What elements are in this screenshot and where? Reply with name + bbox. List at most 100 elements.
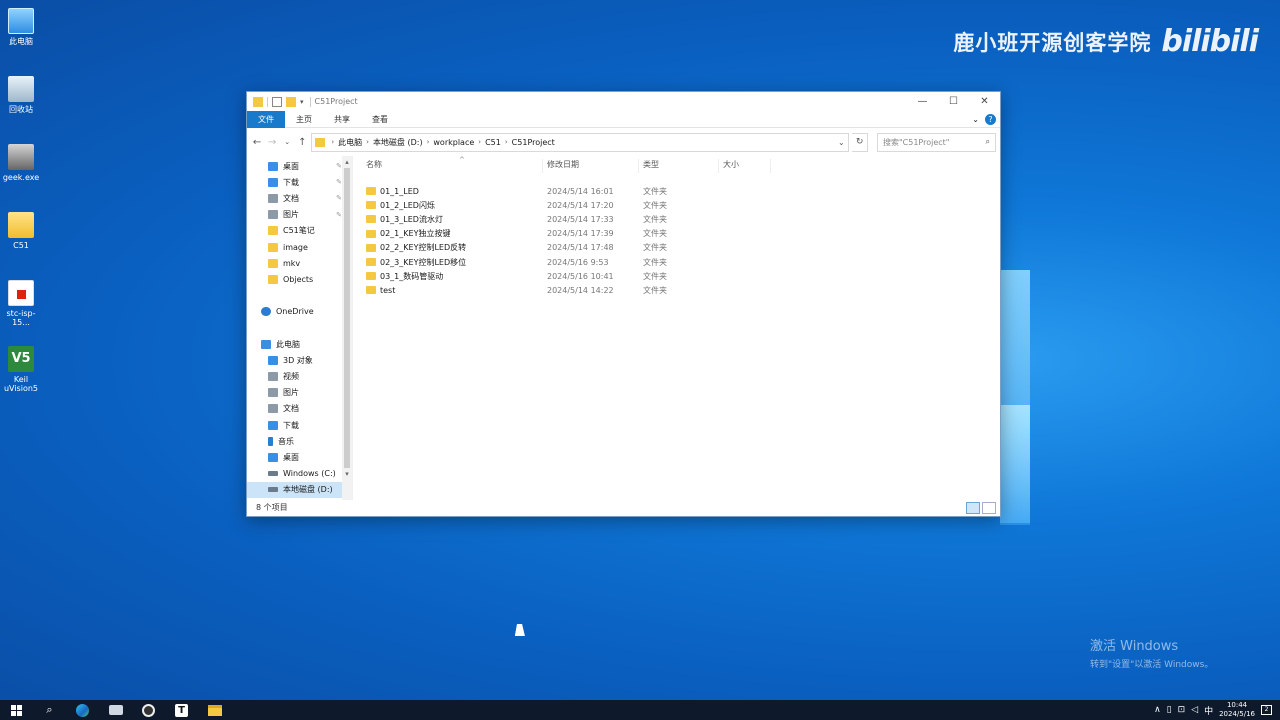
nav-item[interactable]: 视频 bbox=[247, 368, 352, 384]
nav-item[interactable]: 此电脑 bbox=[247, 336, 352, 352]
taskbar-camera[interactable] bbox=[99, 700, 132, 720]
nav-item[interactable]: 本地磁盘 (D:) bbox=[247, 481, 352, 498]
file-row[interactable]: 01_1_LED 2024/5/14 16:01 文件夹 bbox=[366, 184, 1000, 198]
back-button[interactable]: ← bbox=[251, 137, 263, 148]
folder-icon bbox=[268, 258, 278, 268]
taskbar-edge[interactable] bbox=[66, 700, 99, 720]
nav-item[interactable]: 图片 ✎ bbox=[247, 207, 352, 223]
nav-item[interactable]: 下载 bbox=[247, 417, 352, 433]
desktop-icon bbox=[268, 161, 278, 171]
nav-item[interactable]: image bbox=[247, 239, 352, 255]
folder-icon bbox=[315, 137, 326, 147]
search-box[interactable]: 搜索"C51Project" ⌕ bbox=[876, 132, 996, 152]
desktop-shortcut[interactable]: 此电脑 bbox=[0, 8, 42, 46]
tab-share[interactable]: 共享 bbox=[323, 111, 361, 128]
file-name: 02_2_KEY控制LED反转 bbox=[380, 243, 467, 253]
search-icon[interactable]: ⌕ bbox=[33, 700, 66, 720]
desktop-shortcut[interactable]: C51 bbox=[0, 212, 42, 250]
tray-chevron-icon[interactable]: ∧ bbox=[1154, 705, 1161, 715]
nav-item[interactable]: 下载 ✎ bbox=[247, 174, 352, 190]
file-name-cell: 02_2_KEY控制LED反转 bbox=[366, 242, 543, 253]
help-icon[interactable]: ? bbox=[985, 113, 996, 125]
refresh-button[interactable]: ↻ bbox=[852, 132, 868, 152]
notifications-icon[interactable]: 2 bbox=[1261, 705, 1272, 715]
chevron-down-icon[interactable]: ▾ bbox=[300, 98, 304, 106]
file-row[interactable]: 03_1_数码管驱动 2024/5/16 10:41 文件夹 bbox=[366, 269, 1000, 283]
large-icons-view-button[interactable] bbox=[982, 501, 996, 514]
title-bar[interactable]: ▾ C51Project — ☐ ✕ bbox=[247, 92, 1000, 111]
nav-item[interactable]: OneDrive bbox=[247, 304, 352, 320]
file-row[interactable]: 02_1_KEY独立按键 2024/5/14 17:39 文件夹 bbox=[366, 227, 1000, 241]
file-row[interactable]: test 2024/5/14 14:22 文件夹 bbox=[366, 283, 1000, 297]
recent-locations-button[interactable]: ⌄ bbox=[281, 138, 293, 146]
clock[interactable]: 10:44 2024/5/16 bbox=[1219, 701, 1255, 719]
chevron-down-icon[interactable]: ⌄ bbox=[972, 115, 979, 124]
nav-item[interactable]: 文档 bbox=[247, 401, 352, 417]
desktop-shortcut[interactable]: V5 Keil uVision5 bbox=[0, 346, 42, 393]
file-row[interactable]: 02_2_KEY控制LED反转 2024/5/14 17:48 文件夹 bbox=[366, 241, 1000, 255]
breadcrumb-workplace[interactable]: workplace bbox=[429, 138, 478, 147]
nav-item[interactable]: mkv bbox=[247, 255, 352, 271]
nav-item[interactable]: 音乐 bbox=[247, 433, 352, 449]
nav-scrollbar[interactable]: ▴ ▾ bbox=[342, 156, 352, 500]
column-type[interactable]: 类型 bbox=[639, 159, 719, 173]
minimize-button[interactable]: — bbox=[907, 96, 938, 107]
file-name-cell: 01_1_LED bbox=[366, 187, 543, 196]
breadcrumb-c51[interactable]: C51 bbox=[481, 138, 505, 147]
taskbar-file-explorer[interactable] bbox=[198, 700, 231, 720]
search-icon[interactable]: ⌕ bbox=[986, 137, 990, 147]
nav-item[interactable]: Objects bbox=[247, 271, 352, 287]
camera-icon bbox=[108, 705, 123, 715]
properties-icon[interactable] bbox=[272, 96, 282, 107]
explorer-window: ▾ C51Project — ☐ ✕ 文件 主页 共享 查看 ⌄ ? ← → ⌄… bbox=[246, 91, 1001, 517]
pictures-icon bbox=[268, 210, 278, 220]
desktop-shortcut[interactable]: geek.exe bbox=[0, 144, 42, 182]
breadcrumb-drive-d[interactable]: 本地磁盘 (D:) bbox=[369, 137, 427, 148]
nav-item[interactable]: 文档 ✎ bbox=[247, 190, 352, 206]
taskbar-typora[interactable]: T bbox=[165, 700, 198, 720]
forward-button[interactable]: → bbox=[266, 137, 278, 148]
address-bar[interactable]: › 此电脑 › 本地磁盘 (D:) › workplace › C51 › C5… bbox=[311, 132, 850, 152]
file-date: 2024/5/14 16:01 bbox=[547, 186, 614, 196]
taskbar-obs[interactable] bbox=[132, 700, 165, 720]
file-row[interactable]: 01_2_LED闪烁 2024/5/14 17:20 文件夹 bbox=[366, 198, 1000, 212]
nav-item[interactable]: 桌面 ✎ bbox=[247, 158, 352, 174]
column-name[interactable]: 名称 bbox=[366, 159, 543, 173]
breadcrumb-this-pc[interactable]: 此电脑 bbox=[334, 137, 366, 148]
tab-file[interactable]: 文件 bbox=[247, 110, 285, 128]
close-button[interactable]: ✕ bbox=[969, 96, 1000, 107]
nav-item[interactable]: 3D 对象 bbox=[247, 352, 352, 368]
new-folder-icon[interactable] bbox=[286, 96, 296, 107]
tab-view[interactable]: 查看 bbox=[361, 111, 399, 128]
column-date[interactable]: 修改日期 bbox=[543, 159, 639, 173]
usb-icon[interactable]: ▯ bbox=[1167, 705, 1172, 715]
network-icon[interactable]: ⊡ bbox=[1178, 705, 1186, 715]
maximize-button[interactable]: ☐ bbox=[938, 96, 969, 107]
scroll-thumb[interactable] bbox=[344, 168, 350, 468]
details-view-button[interactable] bbox=[966, 501, 980, 514]
volume-icon[interactable]: ◁ bbox=[1191, 705, 1198, 715]
scroll-up-icon[interactable]: ▴ bbox=[342, 156, 352, 168]
nav-item-label: image bbox=[283, 242, 308, 252]
ime-indicator[interactable]: 中 bbox=[1204, 704, 1213, 717]
nav-item[interactable]: Windows (C:) bbox=[247, 466, 352, 482]
nav-item[interactable]: C51笔记 bbox=[247, 223, 352, 239]
tab-home[interactable]: 主页 bbox=[285, 111, 323, 128]
nav-item[interactable]: 桌面 bbox=[247, 449, 352, 465]
wallpaper-light bbox=[1000, 405, 1030, 523]
desktop-shortcut[interactable]: stc-isp-15... bbox=[0, 280, 42, 327]
status-bar: 8 个项目 bbox=[247, 499, 1000, 516]
column-size[interactable]: 大小 bbox=[719, 159, 771, 173]
file-row[interactable]: 01_3_LED流水灯 2024/5/14 17:33 文件夹 bbox=[366, 212, 1000, 226]
chevron-down-icon[interactable]: ⌄ bbox=[834, 138, 848, 147]
scroll-down-icon[interactable]: ▾ bbox=[342, 468, 352, 480]
start-button[interactable] bbox=[0, 700, 33, 720]
file-type: 文件夹 bbox=[643, 257, 667, 267]
nav-item[interactable]: 图片 bbox=[247, 385, 352, 401]
desktop-shortcut[interactable]: 回收站 bbox=[0, 76, 42, 114]
file-row[interactable]: 02_3_KEY控制LED移位 2024/5/16 9:53 文件夹 bbox=[366, 255, 1000, 269]
search-placeholder: 搜索"C51Project" bbox=[882, 137, 950, 147]
breadcrumb-c51project[interactable]: C51Project bbox=[508, 138, 559, 147]
up-button[interactable]: ↑ bbox=[296, 137, 308, 148]
folder-icon bbox=[268, 242, 278, 252]
